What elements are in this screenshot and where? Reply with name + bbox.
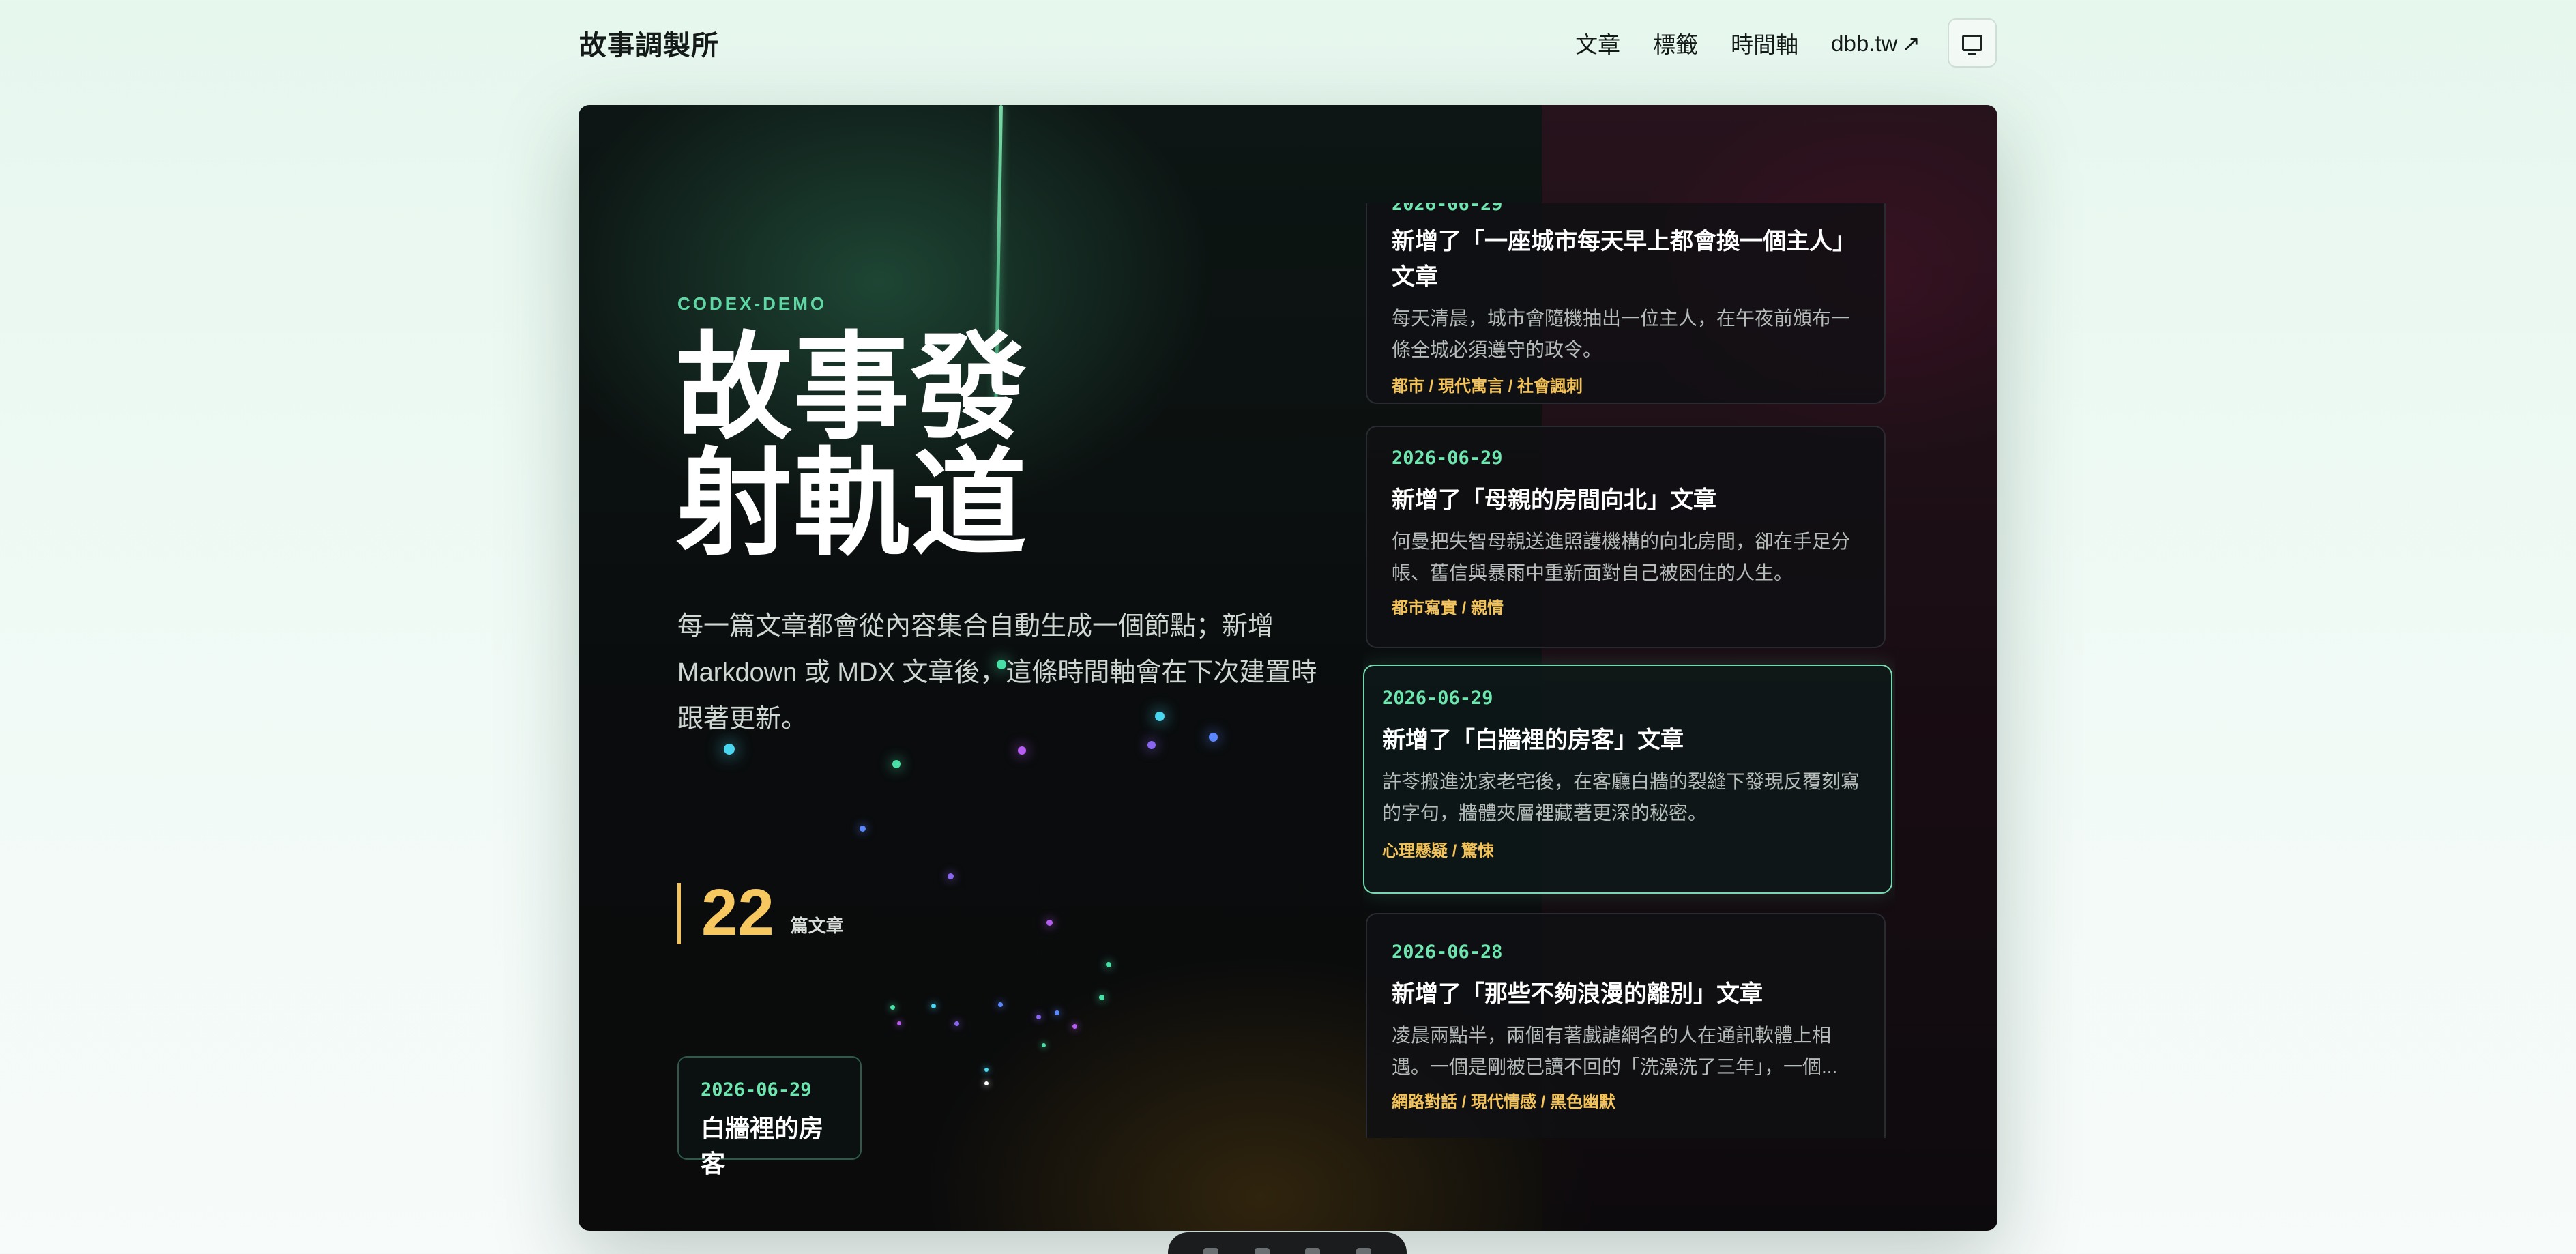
article-count-number: 22: [701, 876, 774, 949]
entry-tags: 心理懸疑 / 驚悚: [1382, 842, 1495, 860]
dock-icon[interactable]: [1305, 1248, 1321, 1254]
constellation-dot: [1036, 1014, 1041, 1019]
entry-summary: 何曼把失智母親送進照護機構的向北房間，卻在手足分帳、舊信與暴雨中重新面對自己被困…: [1392, 531, 1851, 583]
nav-tags[interactable]: 標籤: [1653, 27, 1698, 59]
external-arrow-icon: ↗: [1901, 30, 1920, 56]
site-brand[interactable]: 故事調製所: [579, 23, 719, 63]
entry-summary: 每天清晨，城市會隨機抽出一位主人，在午夜前頒布一條全城必須遵守的政令。: [1392, 308, 1851, 360]
hero-description: 每一篇文章都會從內容集合自動生成一個節點；新增 Markdown 或 MDX 文…: [677, 612, 1317, 733]
entry-tags: 都市 / 現代寓言 / 社會諷刺: [1392, 377, 1583, 396]
entry-tags: 都市寫實 / 親情: [1392, 599, 1504, 617]
entry-date: 2026-06-29: [1392, 203, 1503, 215]
constellation-dot: [892, 760, 901, 768]
constellation-dot: [947, 873, 954, 879]
constellation-dot: [890, 1004, 895, 1010]
entry-title: 新增了「那些不夠浪漫的離別」文章: [1392, 981, 1763, 1007]
constellation-dot: [897, 1021, 901, 1025]
nav-external-site[interactable]: dbb.tw ↗: [1831, 30, 1920, 57]
constellation-dot: [724, 744, 735, 755]
article-count-unit: 篇文章: [790, 916, 844, 936]
constellation-dot: [997, 1002, 1003, 1007]
hero-panel: CODEX-DEMO 故事發 射軌道 每一篇文章都會從內容集合自動生成一個節點；…: [579, 105, 1997, 1231]
entry-summary: 凌晨兩點半，兩個有著戲謔網名的人在通訊軟體上相遇。一個是剛被已讀不回的「洗澡洗了…: [1392, 1025, 1838, 1077]
entry-title: 新增了「母親的房間向北」文章: [1392, 487, 1716, 513]
constellation-dot: [931, 1003, 936, 1008]
timeline-list[interactable]: 2026-06-29 新增了「一座城市每天早上都會換一個主人」文章 每天清晨，城…: [1363, 203, 1895, 1138]
node-card-title: 白牆裡的房客: [701, 1114, 824, 1178]
constellation-dot: [1054, 1010, 1059, 1015]
headline-line-1: 故事發: [676, 321, 1029, 456]
main-nav: 文章 標籤 時間軸 dbb.tw ↗: [1575, 18, 1997, 68]
entry-date: 2026-06-29: [1392, 448, 1503, 469]
constellation-dot: [984, 1081, 989, 1085]
constellation-dot: [1106, 962, 1111, 967]
entry-summary: 許苓搬進沈家老宅後，在客廳白牆的裂縫下發現反覆刻寫的字句，牆體夾層裡藏著更深的秘…: [1382, 771, 1860, 823]
constellation-dot: [1018, 746, 1026, 755]
entry-date: 2026-06-28: [1392, 942, 1503, 963]
top-nav: 故事調製所 文章 標籤 時間軸 dbb.tw ↗: [579, 18, 1997, 68]
headline-line-2: 射軌道: [676, 437, 1029, 572]
timeline-entry[interactable]: 2026-06-29 新增了「一座城市每天早上都會換一個主人」文章 每天清晨，城…: [1366, 203, 1886, 404]
constellation-dot: [859, 825, 866, 832]
hero-headline: 故事發 射軌道: [676, 330, 1085, 562]
entry-tags: 網路對話 / 現代情感 / 黑色幽默: [1392, 1093, 1616, 1111]
constellation-dot: [1046, 919, 1053, 926]
nav-external-label: dbb.tw: [1831, 30, 1898, 56]
theme-toggle-button[interactable]: [1948, 18, 1997, 68]
nav-timeline[interactable]: 時間軸: [1731, 27, 1798, 59]
entry-title: 新增了「白牆裡的房客」文章: [1382, 727, 1684, 753]
constellation-dot: [1072, 1023, 1077, 1029]
hero-eyebrow: CODEX-DEMO: [677, 293, 828, 314]
monitor-icon: [1962, 35, 1982, 55]
timeline-entry[interactable]: 2026-06-28 新增了「那些不夠浪漫的離別」文章 凌晨兩點半，兩個有著戲謔…: [1366, 913, 1886, 1138]
dock-icon[interactable]: [1203, 1248, 1219, 1254]
node-card-date: 2026-06-29: [701, 1079, 812, 1100]
entry-title: 新增了「一座城市每天早上都會換一個主人」文章: [1392, 229, 1856, 290]
selected-node-card[interactable]: 2026-06-29 白牆裡的房客: [677, 1056, 862, 1178]
timeline-entry[interactable]: 2026-06-29 新增了「母親的房間向北」文章 何曼把失智母親送進照護機構的…: [1366, 426, 1886, 648]
constellation-dot: [1099, 995, 1104, 1000]
constellation-dot: [1042, 1043, 1046, 1047]
constellation-dot: [954, 1021, 959, 1026]
article-count: 22 篇文章: [677, 876, 844, 949]
timeline-entry-active[interactable]: 2026-06-29 新增了「白牆裡的房客」文章 許苓搬進沈家老宅後，在客廳白牆…: [1363, 665, 1892, 894]
dock-icon[interactable]: [1356, 1248, 1371, 1254]
dock-icon[interactable]: [1254, 1248, 1270, 1254]
constellation-dot: [984, 1068, 989, 1072]
nav-articles[interactable]: 文章: [1575, 27, 1620, 59]
floating-dock: [1168, 1232, 1407, 1254]
entry-date: 2026-06-29: [1382, 688, 1493, 709]
